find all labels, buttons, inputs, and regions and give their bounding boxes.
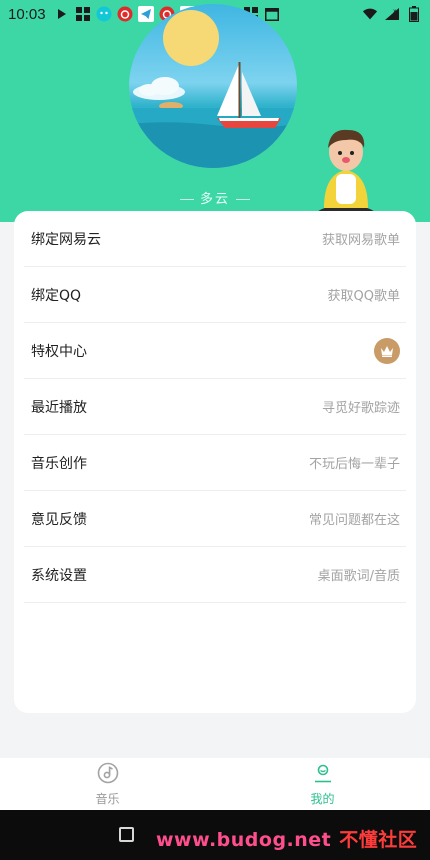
system-status: x: [362, 6, 422, 22]
bottom-tab-bar: 音乐 我的: [0, 758, 430, 810]
status-time: 10:03: [8, 5, 46, 23]
music-disc-icon: [97, 762, 119, 787]
menu-card: 绑定网易云 获取网易歌单 绑定QQ 获取QQ歌单 特权中心 最近播放 寻觅好歌踪…: [14, 211, 416, 713]
menu-item-hint: 获取QQ歌单: [327, 289, 400, 304]
menu-item-label: 音乐创作: [31, 455, 87, 472]
menu-item-label: 意见反馈: [31, 511, 87, 528]
watermark-name: 不懂社区: [339, 829, 418, 851]
tab-label: 我的: [310, 791, 335, 806]
signal-icon: x: [384, 6, 400, 22]
cat-icon: [96, 6, 112, 22]
menu-item-label: 系统设置: [31, 567, 87, 584]
tab-mine[interactable]: 我的: [215, 758, 430, 810]
menu-item-label: 绑定QQ: [31, 287, 82, 304]
menu-item-privilege-center[interactable]: 特权中心: [24, 323, 406, 379]
app-icon: [75, 6, 91, 22]
menu-item-hint: 寻觅好歌踪迹: [321, 401, 400, 416]
wifi-icon: [362, 6, 378, 22]
weather-illustration: [129, 4, 297, 168]
battery-icon: [406, 6, 422, 22]
netease-icon: [117, 6, 133, 22]
menu-item-music-creation[interactable]: 音乐创作 不玩后悔一辈子: [24, 435, 406, 491]
user-icon: [312, 762, 334, 787]
menu-item-bind-qq[interactable]: 绑定QQ 获取QQ歌单: [24, 267, 406, 323]
menu-list: 绑定网易云 获取网易歌单 绑定QQ 获取QQ歌单 特权中心 最近播放 寻觅好歌踪…: [14, 211, 416, 603]
watermark-url: www.budog.net: [156, 829, 332, 851]
menu-item-label: 最近播放: [31, 399, 87, 416]
crown-icon: [374, 337, 400, 364]
menu-item-hint: 常见问题都在这: [308, 513, 400, 528]
system-navigation-bar: www.budog.net 不懂社区: [0, 810, 430, 860]
menu-item-hint: 不玩后悔一辈子: [308, 457, 400, 472]
profile-header: 10:03 x 多云: [0, 0, 430, 229]
play-icon: [54, 6, 70, 22]
recent-apps-button[interactable]: [119, 827, 134, 842]
menu-item-label: 绑定网易云: [31, 231, 101, 248]
menu-item-bind-netease[interactable]: 绑定网易云 获取网易歌单: [24, 211, 406, 267]
menu-item-system-settings[interactable]: 系统设置 桌面歌词/音质: [24, 547, 406, 603]
svg-text:x: x: [393, 8, 397, 15]
menu-item-hint: 获取网易歌单: [321, 233, 400, 248]
menu-item-feedback[interactable]: 意见反馈 常见问题都在这: [24, 491, 406, 547]
menu-item-recent-play[interactable]: 最近播放 寻觅好歌踪迹: [24, 379, 406, 435]
watermark: www.budog.net 不懂社区: [156, 825, 417, 852]
calendar-icon: [264, 6, 280, 22]
menu-item-hint: 桌面歌词/音质: [317, 569, 400, 584]
telegram-icon: [137, 6, 154, 22]
menu-item-label: 特权中心: [31, 343, 87, 360]
tab-music[interactable]: 音乐: [0, 758, 215, 810]
tab-label: 音乐: [95, 791, 120, 806]
weather-text: 多云: [199, 192, 230, 207]
